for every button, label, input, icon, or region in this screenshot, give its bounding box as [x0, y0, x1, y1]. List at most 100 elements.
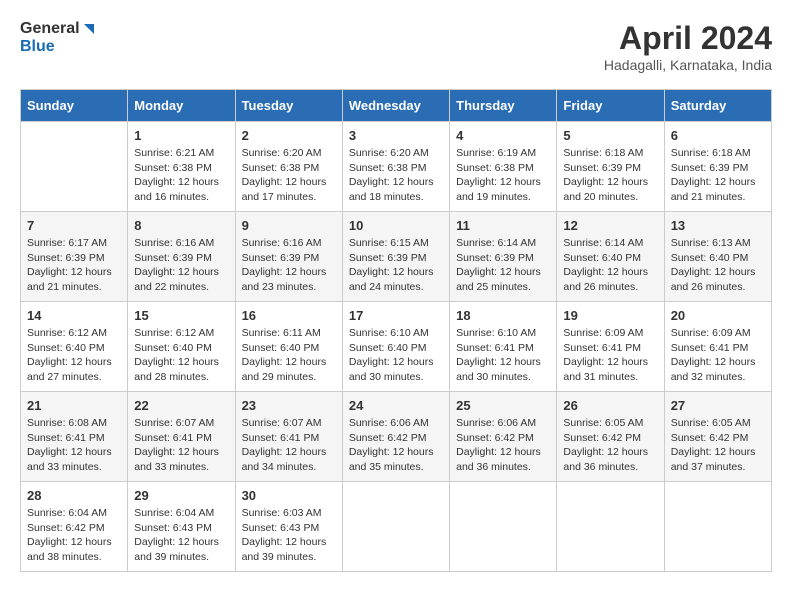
day-info: Sunrise: 6:09 AM Sunset: 6:41 PM Dayligh…	[563, 326, 657, 385]
day-number: 7	[27, 218, 121, 233]
day-info: Sunrise: 6:17 AM Sunset: 6:39 PM Dayligh…	[27, 236, 121, 295]
day-number: 22	[134, 398, 228, 413]
page-title: April 2024	[604, 20, 772, 57]
weekday-header-tuesday: Tuesday	[235, 90, 342, 122]
day-number: 11	[456, 218, 550, 233]
day-info: Sunrise: 6:05 AM Sunset: 6:42 PM Dayligh…	[563, 416, 657, 475]
day-number: 9	[242, 218, 336, 233]
day-number: 1	[134, 128, 228, 143]
calendar-cell: 27 Sunrise: 6:05 AM Sunset: 6:42 PM Dayli…	[664, 392, 771, 482]
day-number: 20	[671, 308, 765, 323]
day-info: Sunrise: 6:04 AM Sunset: 6:42 PM Dayligh…	[27, 506, 121, 565]
day-number: 8	[134, 218, 228, 233]
day-info: Sunrise: 6:20 AM Sunset: 6:38 PM Dayligh…	[349, 146, 443, 205]
day-info: Sunrise: 6:04 AM Sunset: 6:43 PM Dayligh…	[134, 506, 228, 565]
calendar-cell: 16 Sunrise: 6:11 AM Sunset: 6:40 PM Dayli…	[235, 302, 342, 392]
day-info: Sunrise: 6:14 AM Sunset: 6:39 PM Dayligh…	[456, 236, 550, 295]
day-number: 5	[563, 128, 657, 143]
calendar-cell: 21 Sunrise: 6:08 AM Sunset: 6:41 PM Dayli…	[21, 392, 128, 482]
calendar-cell: 24 Sunrise: 6:06 AM Sunset: 6:42 PM Dayli…	[342, 392, 449, 482]
calendar-week-3: 14 Sunrise: 6:12 AM Sunset: 6:40 PM Dayli…	[21, 302, 772, 392]
calendar-cell: 30 Sunrise: 6:03 AM Sunset: 6:43 PM Dayli…	[235, 482, 342, 572]
day-number: 15	[134, 308, 228, 323]
calendar-cell	[664, 482, 771, 572]
day-number: 23	[242, 398, 336, 413]
calendar-cell: 17Sunrise: 6:10 AM Sunset: 6:40 PM Dayli…	[342, 302, 449, 392]
weekday-header-monday: Monday	[128, 90, 235, 122]
calendar-cell: 28 Sunrise: 6:04 AM Sunset: 6:42 PM Dayli…	[21, 482, 128, 572]
day-info: Sunrise: 6:11 AM Sunset: 6:40 PM Dayligh…	[242, 326, 336, 385]
day-info: Sunrise: 6:06 AM Sunset: 6:42 PM Dayligh…	[349, 416, 443, 475]
calendar-cell: 2Sunrise: 6:20 AM Sunset: 6:38 PM Daylig…	[235, 122, 342, 212]
calendar-cell: 4Sunrise: 6:19 AM Sunset: 6:38 PM Daylig…	[450, 122, 557, 212]
day-info: Sunrise: 6:09 AM Sunset: 6:41 PM Dayligh…	[671, 326, 765, 385]
calendar-cell	[21, 122, 128, 212]
day-number: 12	[563, 218, 657, 233]
day-info: Sunrise: 6:10 AM Sunset: 6:40 PM Dayligh…	[349, 326, 443, 385]
day-info: Sunrise: 6:12 AM Sunset: 6:40 PM Dayligh…	[27, 326, 121, 385]
day-info: Sunrise: 6:13 AM Sunset: 6:40 PM Dayligh…	[671, 236, 765, 295]
day-info: Sunrise: 6:16 AM Sunset: 6:39 PM Dayligh…	[242, 236, 336, 295]
day-number: 28	[27, 488, 121, 503]
day-number: 4	[456, 128, 550, 143]
calendar-cell: 18 Sunrise: 6:10 AM Sunset: 6:41 PM Dayli…	[450, 302, 557, 392]
day-number: 16	[242, 308, 336, 323]
calendar-cell	[342, 482, 449, 572]
weekday-header-sunday: Sunday	[21, 90, 128, 122]
header: GeneralBlue April 2024 Hadagalli, Karnat…	[20, 20, 772, 73]
day-info: Sunrise: 6:18 AM Sunset: 6:39 PM Dayligh…	[671, 146, 765, 205]
day-info: Sunrise: 6:16 AM Sunset: 6:39 PM Dayligh…	[134, 236, 228, 295]
day-number: 30	[242, 488, 336, 503]
day-info: Sunrise: 6:10 AM Sunset: 6:41 PM Dayligh…	[456, 326, 550, 385]
page-subtitle: Hadagalli, Karnataka, India	[604, 57, 772, 73]
day-number: 3	[349, 128, 443, 143]
weekday-header-friday: Friday	[557, 90, 664, 122]
day-number: 29	[134, 488, 228, 503]
calendar-cell: 3 Sunrise: 6:20 AM Sunset: 6:38 PM Daylig…	[342, 122, 449, 212]
calendar-cell: 9 Sunrise: 6:16 AM Sunset: 6:39 PM Daylig…	[235, 212, 342, 302]
day-info: Sunrise: 6:18 AM Sunset: 6:39 PM Dayligh…	[563, 146, 657, 205]
calendar-cell: 22 Sunrise: 6:07 AM Sunset: 6:41 PM Dayli…	[128, 392, 235, 482]
weekday-header-row: SundayMondayTuesdayWednesdayThursdayFrid…	[21, 90, 772, 122]
day-info: Sunrise: 6:07 AM Sunset: 6:41 PM Dayligh…	[134, 416, 228, 475]
calendar-cell: 12Sunrise: 6:14 AM Sunset: 6:40 PM Dayli…	[557, 212, 664, 302]
day-info: Sunrise: 6:06 AM Sunset: 6:42 PM Dayligh…	[456, 416, 550, 475]
day-info: Sunrise: 6:21 AM Sunset: 6:38 PM Dayligh…	[134, 146, 228, 205]
calendar-cell: 5 Sunrise: 6:18 AM Sunset: 6:39 PM Daylig…	[557, 122, 664, 212]
day-info: Sunrise: 6:03 AM Sunset: 6:43 PM Dayligh…	[242, 506, 336, 565]
day-number: 19	[563, 308, 657, 323]
title-area: April 2024 Hadagalli, Karnataka, India	[604, 20, 772, 73]
day-number: 2	[242, 128, 336, 143]
calendar-cell: 8 Sunrise: 6:16 AM Sunset: 6:39 PM Daylig…	[128, 212, 235, 302]
day-info: Sunrise: 6:05 AM Sunset: 6:42 PM Dayligh…	[671, 416, 765, 475]
day-info: Sunrise: 6:12 AM Sunset: 6:40 PM Dayligh…	[134, 326, 228, 385]
calendar-cell: 13 Sunrise: 6:13 AM Sunset: 6:40 PM Dayli…	[664, 212, 771, 302]
day-info: Sunrise: 6:07 AM Sunset: 6:41 PM Dayligh…	[242, 416, 336, 475]
calendar-cell: 23 Sunrise: 6:07 AM Sunset: 6:41 PM Dayli…	[235, 392, 342, 482]
weekday-header-thursday: Thursday	[450, 90, 557, 122]
calendar-table: SundayMondayTuesdayWednesdayThursdayFrid…	[20, 89, 772, 572]
day-number: 24	[349, 398, 443, 413]
logo: GeneralBlue	[20, 20, 96, 55]
day-number: 13	[671, 218, 765, 233]
day-number: 18	[456, 308, 550, 323]
day-info: Sunrise: 6:08 AM Sunset: 6:41 PM Dayligh…	[27, 416, 121, 475]
calendar-cell: 20 Sunrise: 6:09 AM Sunset: 6:41 PM Dayli…	[664, 302, 771, 392]
day-number: 27	[671, 398, 765, 413]
calendar-week-1: 1 Sunrise: 6:21 AM Sunset: 6:38 PM Daylig…	[21, 122, 772, 212]
calendar-cell: 6 Sunrise: 6:18 AM Sunset: 6:39 PM Daylig…	[664, 122, 771, 212]
day-number: 14	[27, 308, 121, 323]
calendar-cell: 19 Sunrise: 6:09 AM Sunset: 6:41 PM Dayli…	[557, 302, 664, 392]
calendar-cell	[450, 482, 557, 572]
calendar-cell: 26Sunrise: 6:05 AM Sunset: 6:42 PM Dayli…	[557, 392, 664, 482]
calendar-cell: 11 Sunrise: 6:14 AM Sunset: 6:39 PM Dayli…	[450, 212, 557, 302]
day-number: 6	[671, 128, 765, 143]
calendar-week-4: 21 Sunrise: 6:08 AM Sunset: 6:41 PM Dayli…	[21, 392, 772, 482]
calendar-cell: 15 Sunrise: 6:12 AM Sunset: 6:40 PM Dayli…	[128, 302, 235, 392]
calendar-cell: 10Sunrise: 6:15 AM Sunset: 6:39 PM Dayli…	[342, 212, 449, 302]
day-number: 25	[456, 398, 550, 413]
calendar-cell: 1 Sunrise: 6:21 AM Sunset: 6:38 PM Daylig…	[128, 122, 235, 212]
day-number: 10	[349, 218, 443, 233]
day-number: 21	[27, 398, 121, 413]
weekday-header-saturday: Saturday	[664, 90, 771, 122]
